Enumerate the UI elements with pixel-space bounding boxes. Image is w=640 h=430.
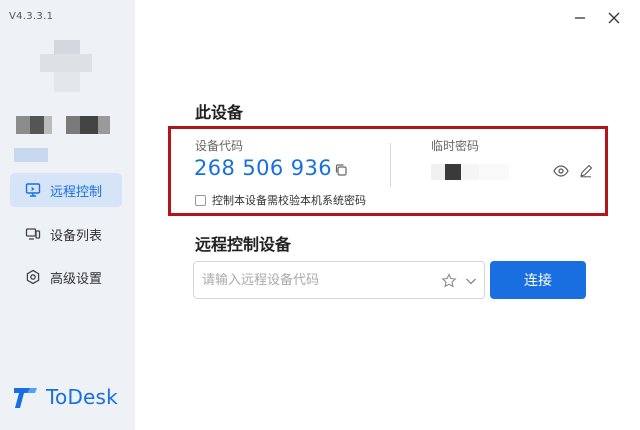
sidebar-item-device-list[interactable]: 设备列表 xyxy=(10,217,122,251)
connect-button[interactable]: 连接 xyxy=(490,261,586,299)
devices-icon xyxy=(24,225,42,243)
device-code-label: 设备代码 xyxy=(195,139,244,153)
minimize-icon xyxy=(575,17,585,19)
sidebar-item-advanced-settings[interactable]: 高级设置 xyxy=(10,260,122,294)
sidebar-item-remote-control[interactable]: 远程控制 xyxy=(10,173,122,207)
chevron-down-icon xyxy=(466,278,476,285)
verify-system-password-checkbox[interactable] xyxy=(195,194,206,206)
temp-password-label: 临时密码 xyxy=(431,139,480,153)
copy-icon xyxy=(335,164,347,176)
remote-code-field[interactable] xyxy=(193,261,485,299)
pencil-icon xyxy=(580,164,593,178)
app-window: V4.3.3.1 远程控制 设备列表 高级设置 ToDesk 此设备 设备代码 … xyxy=(0,0,640,430)
close-button[interactable] xyxy=(604,8,624,28)
edit-password-button[interactable] xyxy=(578,163,594,179)
settings-icon xyxy=(24,268,42,286)
checkbox-label: 控制本设备需校验本机系统密码 xyxy=(212,194,366,207)
this-device-title: 此设备 xyxy=(195,103,244,122)
sidebar: V4.3.3.1 远程控制 设备列表 高级设置 ToDesk xyxy=(0,0,135,430)
remote-code-input[interactable] xyxy=(202,272,432,288)
version-label: V4.3.3.1 xyxy=(9,11,54,22)
todesk-logo: ToDesk xyxy=(12,384,118,410)
favorite-button[interactable] xyxy=(440,272,458,290)
show-password-button[interactable] xyxy=(552,163,570,179)
eye-icon xyxy=(553,165,569,177)
divider xyxy=(390,143,391,187)
todesk-logo-icon xyxy=(14,388,37,408)
copy-button[interactable] xyxy=(332,161,350,179)
sidebar-item-label: 远程控制 xyxy=(50,184,103,200)
sidebar-item-label: 设备列表 xyxy=(50,228,103,244)
avatar xyxy=(14,30,124,162)
verify-system-password-row[interactable]: 控制本设备需校验本机系统密码 xyxy=(195,192,366,208)
temp-password-value xyxy=(431,162,511,182)
brand-name: ToDesk xyxy=(46,385,118,409)
minimize-button[interactable] xyxy=(570,8,590,28)
history-dropdown-button[interactable] xyxy=(462,272,480,290)
device-code-value: 268 506 936 xyxy=(194,156,332,180)
sidebar-item-label: 高级设置 xyxy=(50,271,103,287)
monitor-icon xyxy=(24,181,42,199)
star-icon xyxy=(441,273,457,288)
remote-control-title: 远程控制设备 xyxy=(195,235,292,254)
close-icon xyxy=(608,12,620,24)
